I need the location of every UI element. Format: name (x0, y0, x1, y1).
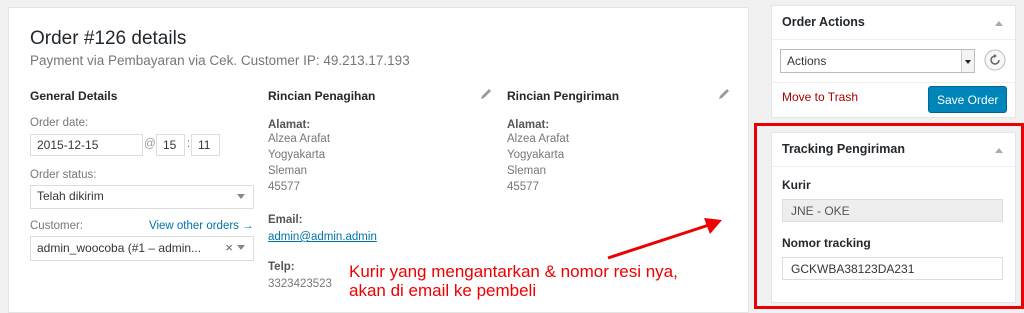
caret-up-icon[interactable] (995, 21, 1003, 26)
customer-label: Customer: (30, 220, 84, 232)
arrow-annotation-icon (607, 218, 722, 260)
move-to-trash-link[interactable]: Move to Trash (782, 90, 858, 104)
shipping-address-line: 45577 (507, 181, 539, 193)
save-order-button[interactable]: Save Order (928, 86, 1008, 113)
page-title: Order #126 details (30, 28, 187, 49)
billing-phone-label: Telp: (268, 261, 295, 273)
order-actions-title: Order Actions (782, 15, 865, 29)
billing-email-label: Email: (268, 214, 303, 226)
order-status-select[interactable]: Telah dikirim (30, 185, 254, 209)
order-date-label: Order date: (30, 117, 89, 129)
shipping-address-line: Alzea Arafat (507, 133, 570, 145)
billing-address-line: Alzea Arafat (268, 133, 331, 145)
dropdown-arrow-icon (961, 50, 974, 72)
shipping-title: Rincian Pengiriman (507, 89, 620, 103)
billing-address: Alamat: Alzea Arafat Yogyakarta Sleman 4… (268, 119, 330, 195)
view-other-orders-link[interactable]: View other orders → (149, 220, 254, 232)
billing-email-link[interactable]: admin@admin.admin (268, 231, 377, 243)
billing-column: Rincian Penagihan (268, 89, 375, 103)
order-date-input[interactable]: 2015-12-15 (30, 134, 143, 156)
shipping-address: Alamat: Alzea Arafat Yogyakarta Sleman 4… (507, 119, 569, 195)
annotation-line: akan di email ke pembeli (349, 281, 537, 300)
order-status-label: Order status: (30, 169, 97, 181)
order-actions-select-value: Actions (787, 54, 827, 68)
pencil-icon[interactable] (479, 87, 493, 101)
refresh-icon[interactable] (984, 49, 1006, 71)
order-actions-header[interactable]: Order Actions (772, 6, 1015, 40)
highlight-frame (754, 123, 1024, 309)
billing-title: Rincian Penagihan (268, 89, 376, 103)
shipping-address-line: Sleman (507, 165, 546, 177)
general-details-title: General Details (30, 89, 118, 103)
customer-select[interactable]: admin_woocoba (#1 – admin... × (30, 236, 254, 261)
annotation-text: Kurir yang mengantarkan & nomor resi nya… (349, 262, 678, 300)
order-actions-box: Order Actions Actions Move to Trash Save… (771, 5, 1016, 118)
billing-address-line: 45577 (268, 181, 300, 193)
clear-customer-icon[interactable]: × (225, 240, 233, 255)
billing-address-line: Yogyakarta (268, 149, 326, 161)
order-status-value: Telah dikirim (37, 189, 104, 203)
shipping-address-label: Alamat: (507, 119, 550, 131)
time-colon: : (187, 138, 191, 150)
dropdown-arrow-icon (237, 194, 245, 199)
order-minute-input[interactable]: 11 (191, 134, 220, 156)
general-details-column: General Details (30, 89, 260, 103)
payment-subtitle: Payment via Pembayaran via Cek. Customer… (30, 53, 410, 68)
customer-value: admin_woocoba (#1 – admin... (37, 241, 202, 255)
dropdown-arrow-icon (237, 245, 245, 250)
order-hour-input[interactable]: 15 (156, 134, 185, 156)
billing-address-label: Alamat: (268, 119, 311, 131)
order-actions-select[interactable]: Actions (780, 49, 975, 73)
shipping-address-line: Yogyakarta (507, 149, 565, 161)
billing-address-line: Sleman (268, 165, 307, 177)
annotation-line: Kurir yang mengantarkan & nomor resi nya… (349, 262, 678, 281)
billing-phone-value: 3323423523 (268, 278, 332, 290)
pencil-icon[interactable] (717, 87, 731, 101)
shipping-column: Rincian Pengiriman (507, 89, 619, 103)
at-sign: @ (144, 138, 156, 150)
